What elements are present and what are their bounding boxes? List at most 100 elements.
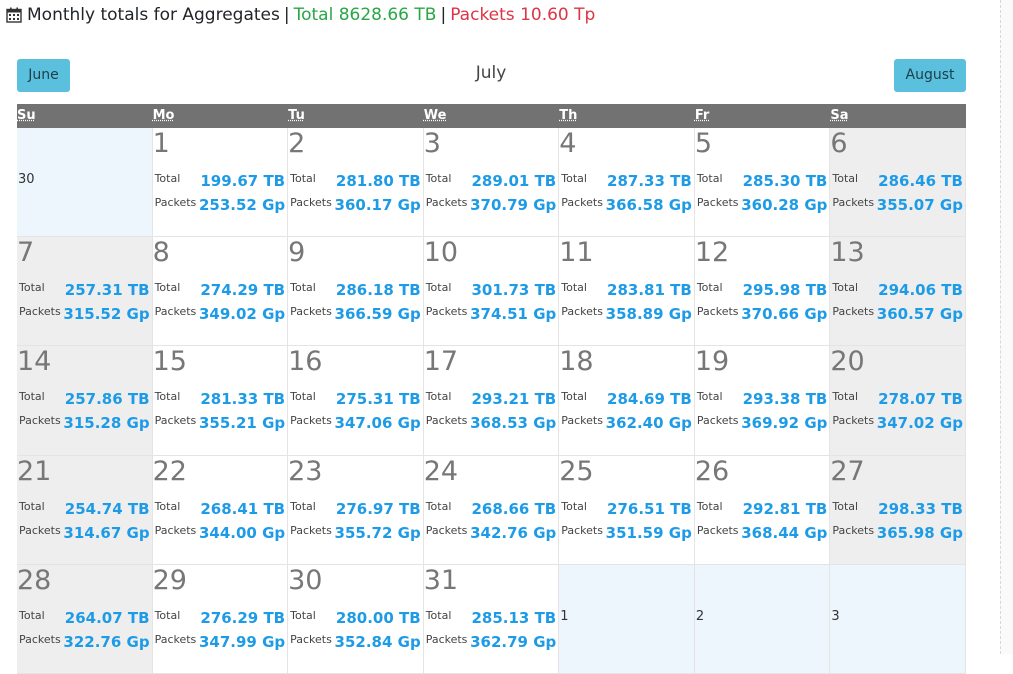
calendar-day[interactable]: 16 Total 275.31 TB Packets 347.06 Gp	[288, 346, 424, 456]
total-value: 285.13 TB	[471, 608, 557, 627]
header-separator: |	[283, 5, 290, 25]
packets-value: 349.02 Gp	[198, 305, 286, 324]
calendar-week: 14 Total 257.86 TB Packets 315.28 Gp 15 Total 2…	[17, 346, 966, 456]
total-label: Total	[154, 390, 181, 404]
day-number: 6	[830, 128, 848, 159]
total-value: 257.31 TB	[64, 281, 150, 300]
calendar-day[interactable]: 21 Total 254.74 TB Packets 314.67 Gp	[17, 455, 153, 565]
packets-value: 365.98 Gp	[876, 523, 963, 542]
packets-value: 360.57 Gp	[876, 305, 963, 324]
packets-value: 315.28 Gp	[63, 414, 150, 433]
calendar-day[interactable]: 28 Total 264.07 TB Packets 322.76 Gp	[17, 564, 153, 674]
calendar-day[interactable]: 19 Total 293.38 TB Packets 369.92 Gp	[694, 346, 831, 456]
calendar-day[interactable]: 18 Total 284.69 TB Packets 362.40 Gp	[559, 346, 695, 456]
packets-value: 342.76 Gp	[470, 523, 557, 542]
prev-month-button[interactable]: June	[17, 59, 70, 92]
day-number: 19	[694, 346, 730, 378]
calendar-day-other-month[interactable]: 1	[559, 564, 695, 674]
calendar-day[interactable]: 5 Total 285.30 TB Packets 360.28 Gp	[694, 128, 831, 238]
calendar-day-other-month[interactable]: 30	[17, 128, 153, 238]
day-number: 2	[288, 128, 306, 159]
calendar-day[interactable]: 1 Total 199.67 TB Packets 253.52 Gp	[152, 128, 289, 238]
weekday-header: Th	[559, 108, 578, 123]
packets-value: 370.79 Gp	[470, 196, 557, 214]
calendar-day[interactable]: 12 Total 295.98 TB Packets 370.66 Gp	[694, 237, 831, 347]
day-number: 26	[694, 455, 730, 487]
packets-value: 362.79 Gp	[470, 632, 557, 651]
total-label: Total	[696, 390, 723, 404]
day-number: 22	[152, 455, 187, 487]
total-label: Total	[832, 172, 859, 185]
calendar-day[interactable]: 10 Total 301.73 TB Packets 374.51 Gp	[423, 237, 560, 347]
calendar-day[interactable]: 30 Total 280.00 TB Packets 352.84 Gp	[288, 564, 424, 674]
packets-label: Packets	[425, 632, 468, 646]
packets-label: Packets	[561, 196, 603, 209]
calendar-day[interactable]: 9 Total 286.18 TB Packets 366.59 Gp	[288, 237, 424, 347]
day-number: 7	[17, 237, 35, 269]
calendar-day-other-month[interactable]: 3	[830, 564, 966, 674]
day-number: 30	[288, 564, 323, 596]
packets-label: Packets	[561, 305, 603, 319]
calendar-day[interactable]: 24 Total 268.66 TB Packets 342.76 Gp	[423, 455, 560, 565]
calendar-day[interactable]: 15 Total 281.33 TB Packets 355.21 Gp	[152, 346, 289, 456]
page-title: Monthly totals for Aggregates	[27, 5, 280, 25]
calendar-day[interactable]: 13 Total 294.06 TB Packets 360.57 Gp	[830, 237, 966, 347]
calendar-day[interactable]: 27 Total 298.33 TB Packets 365.98 Gp	[830, 455, 966, 565]
packets-value: 360.28 Gp	[741, 196, 828, 214]
day-number: 8	[152, 237, 170, 269]
total-value: 199.67 TB	[200, 172, 286, 190]
weekday-header: Mo	[152, 108, 175, 123]
next-month-button[interactable]: August	[894, 59, 966, 92]
calendar-day-other-month[interactable]: 2	[694, 564, 831, 674]
day-number: 25	[559, 455, 594, 487]
calendar-day[interactable]: 26 Total 292.81 TB Packets 368.44 Gp	[694, 455, 831, 565]
day-number: 12	[694, 237, 730, 269]
calendar-day[interactable]: 22 Total 268.41 TB Packets 344.00 Gp	[152, 455, 289, 565]
calendar-day[interactable]: 14 Total 257.86 TB Packets 315.28 Gp	[17, 346, 153, 456]
calendar-day[interactable]: 7 Total 257.31 TB Packets 315.52 Gp	[17, 237, 153, 347]
weekday-header: Tu	[288, 108, 305, 123]
packets-value: 374.51 Gp	[470, 305, 557, 324]
calendar-day[interactable]: 25 Total 276.51 TB Packets 351.59 Gp	[559, 455, 695, 565]
packets-label: Packets	[290, 523, 332, 537]
total-label: Total	[290, 499, 316, 513]
calendar-day[interactable]: 11 Total 283.81 TB Packets 358.89 Gp	[559, 237, 695, 347]
packets-label: Packets	[19, 414, 61, 428]
calendar-day[interactable]: 6 Total 286.46 TB Packets 355.07 Gp	[830, 128, 966, 238]
packets-value: 344.00 Gp	[198, 523, 286, 542]
total-label: Total	[19, 281, 45, 295]
total-value: 268.41 TB	[200, 499, 286, 518]
calendar-day[interactable]: 31 Total 285.13 TB Packets 362.79 Gp	[423, 564, 560, 674]
day-number: 24	[423, 455, 459, 487]
total-label: Total	[19, 390, 45, 404]
right-scroll-gutter	[1000, 0, 1013, 654]
total-label: Total	[832, 390, 859, 404]
calendar-day[interactable]: 17 Total 293.21 TB Packets 368.53 Gp	[423, 346, 560, 456]
calendar-day[interactable]: 23 Total 276.97 TB Packets 355.72 Gp	[288, 455, 424, 565]
day-number: 2	[695, 608, 705, 624]
calendar-day[interactable]: 4 Total 287.33 TB Packets 366.58 Gp	[559, 128, 695, 238]
calendar-day[interactable]: 2 Total 281.80 TB Packets 360.17 Gp	[288, 128, 424, 238]
calendar-day[interactable]: 8 Total 274.29 TB Packets 349.02 Gp	[152, 237, 289, 347]
calendar-day[interactable]: 20 Total 278.07 TB Packets 347.02 Gp	[830, 346, 966, 456]
header-separator-2: |	[440, 5, 447, 25]
day-number: 13	[830, 237, 865, 269]
total-label: Total	[290, 608, 316, 622]
total-label: Total	[425, 172, 452, 185]
total-value: 284.69 TB	[607, 390, 692, 409]
total-value: 294.06 TB	[878, 281, 963, 300]
day-number: 1	[560, 608, 569, 624]
total-label: Total	[290, 281, 316, 295]
total-value: 295.98 TB	[742, 281, 828, 300]
total-value: 276.51 TB	[607, 499, 692, 518]
calendar-day[interactable]: 3 Total 289.01 TB Packets 370.79 Gp	[423, 128, 560, 238]
day-number: 16	[288, 346, 323, 378]
total-label: Total	[290, 172, 316, 185]
packets-value: 368.44 Gp	[741, 523, 828, 542]
packets-value: 358.89 Gp	[605, 305, 692, 324]
packets-label: Packets	[19, 305, 61, 319]
total-value: 281.33 TB	[200, 390, 286, 409]
packets-label: Packets	[425, 305, 468, 319]
packets-value: 322.76 Gp	[63, 632, 150, 651]
calendar-day[interactable]: 29 Total 276.29 TB Packets 347.99 Gp	[152, 564, 289, 674]
